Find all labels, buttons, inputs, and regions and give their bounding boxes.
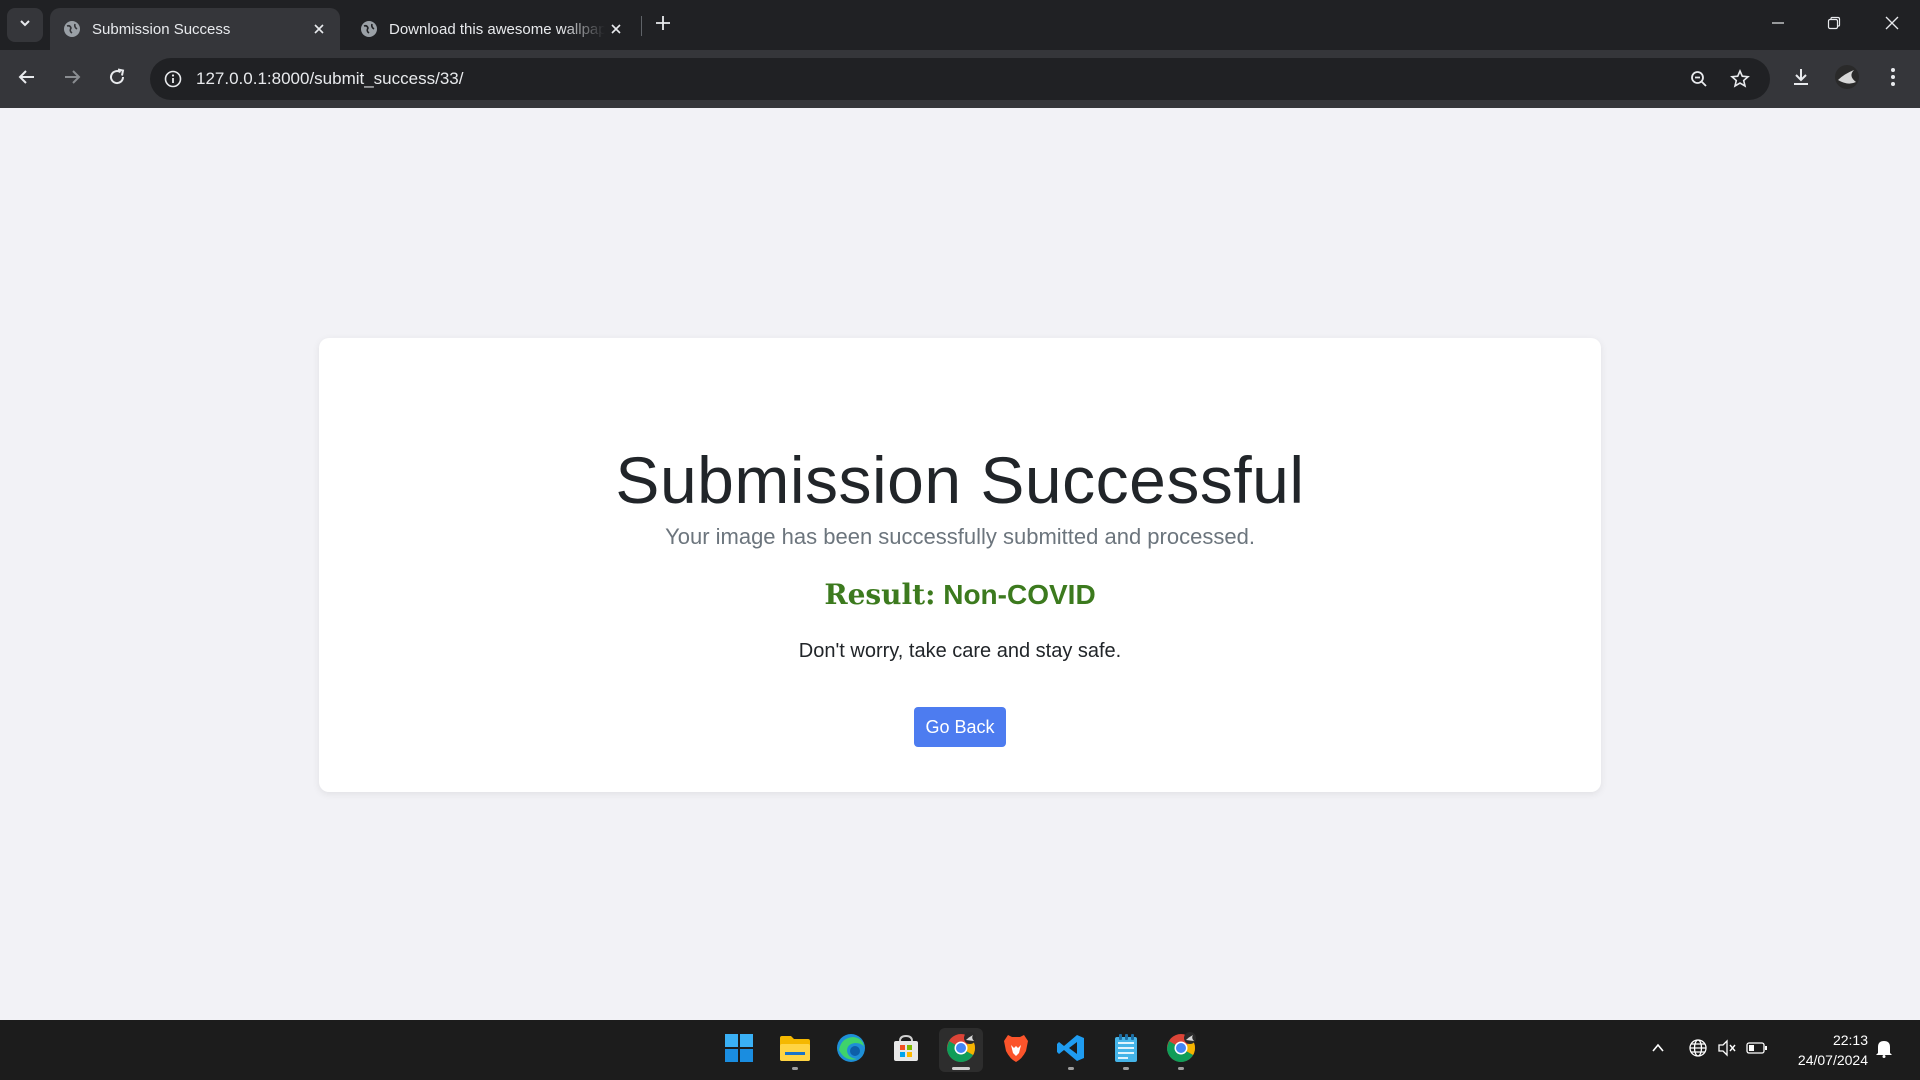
brave-lion-icon <box>1002 1033 1030 1068</box>
chrome-icon <box>1165 1031 1197 1069</box>
forward-button[interactable] <box>55 62 89 96</box>
zoom-icon[interactable] <box>1686 66 1712 92</box>
tab-title: Download this awesome wallpaper <box>389 20 605 38</box>
download-icon <box>1790 66 1812 93</box>
advice-message: Don't worry, take care and stay safe. <box>798 640 1122 662</box>
globe-icon <box>62 19 82 39</box>
page-title: Submission Successful <box>615 443 1305 517</box>
chevron-down-icon <box>18 16 32 35</box>
site-info-icon[interactable] <box>160 66 186 92</box>
taskbar-vscode[interactable] <box>1049 1028 1093 1072</box>
taskbar-microsoft-store[interactable] <box>884 1028 928 1072</box>
minimize-icon <box>1771 16 1785 35</box>
start-button[interactable] <box>717 1028 761 1072</box>
address-bar[interactable]: 127.0.0.1:8000/submit_success/33/ <box>150 58 1770 100</box>
notepad-icon <box>1113 1033 1139 1068</box>
reload-icon <box>107 67 127 92</box>
close-icon <box>1885 16 1899 35</box>
reload-button[interactable] <box>100 62 134 96</box>
show-hidden-icons-button[interactable] <box>1646 1038 1670 1062</box>
minimize-button[interactable] <box>1750 0 1806 50</box>
taskbar-chrome[interactable] <box>939 1028 983 1072</box>
result-label: Result: <box>824 578 936 611</box>
new-tab-button[interactable] <box>650 12 676 38</box>
notifications-button[interactable] <box>1872 1038 1896 1062</box>
restore-button[interactable] <box>1806 0 1862 50</box>
close-tab-icon[interactable] <box>605 18 627 40</box>
globe-icon <box>359 19 379 39</box>
go-back-button[interactable]: Go Back <box>914 707 1006 747</box>
tab-title: Submission Success <box>92 20 231 38</box>
tab-download-wallpaper[interactable]: Download this awesome wallpaper <box>347 8 637 50</box>
arrow-right-icon <box>62 67 82 92</box>
battery-icon <box>1746 1041 1768 1060</box>
edge-icon <box>835 1032 867 1069</box>
app-running-indicator <box>792 1067 798 1070</box>
taskbar-brave[interactable] <box>994 1028 1038 1072</box>
downloads-button[interactable] <box>1784 62 1818 96</box>
clock[interactable]: 22:13 24/07/2024 <box>1778 1030 1868 1070</box>
result-value: Non-COVID <box>943 579 1096 610</box>
volume-button[interactable] <box>1715 1038 1739 1062</box>
more-vertical-icon <box>1890 67 1896 92</box>
success-card: Submission Successful Your image has bee… <box>319 338 1601 792</box>
tab-separator <box>641 16 642 36</box>
battery-button[interactable] <box>1745 1038 1769 1062</box>
taskbar-chrome-profile[interactable] <box>1159 1028 1203 1072</box>
arrow-left-icon <box>17 67 37 92</box>
tab-submission-success[interactable]: Submission Success <box>50 8 340 50</box>
taskbar: 22:13 24/07/2024 <box>0 1020 1920 1080</box>
chrome-icon <box>945 1031 977 1069</box>
chevron-up-icon <box>1651 1041 1665 1060</box>
store-icon <box>891 1033 921 1068</box>
speaker-muted-icon <box>1717 1038 1737 1063</box>
menu-button[interactable] <box>1876 62 1910 96</box>
taskbar-edge[interactable] <box>829 1028 873 1072</box>
tab-search-button[interactable] <box>7 8 43 42</box>
clock-time: 22:13 <box>1832 1032 1868 1048</box>
url-text[interactable]: 127.0.0.1:8000/submit_success/33/ <box>196 69 463 89</box>
vscode-icon <box>1056 1033 1086 1068</box>
close-window-button[interactable] <box>1864 0 1920 50</box>
bell-icon <box>1875 1038 1893 1063</box>
profile-avatar-icon <box>1834 64 1860 95</box>
back-button[interactable] <box>10 62 44 96</box>
browser-toolbar: 127.0.0.1:8000/submit_success/33/ <box>0 50 1920 108</box>
taskbar-file-explorer[interactable] <box>773 1028 817 1072</box>
bookmark-star-icon[interactable] <box>1727 66 1753 92</box>
plus-icon <box>655 15 671 36</box>
taskbar-notepad[interactable] <box>1104 1028 1148 1072</box>
app-running-indicator <box>1068 1067 1074 1070</box>
profile-button[interactable] <box>1830 62 1864 96</box>
folder-icon <box>779 1034 811 1067</box>
network-button[interactable] <box>1686 1038 1710 1062</box>
windows-logo-icon <box>724 1033 754 1068</box>
close-tab-icon[interactable] <box>308 18 330 40</box>
restore-icon <box>1827 16 1841 35</box>
submission-message: Your image has been successfully submitt… <box>665 524 1255 549</box>
app-running-indicator <box>1178 1067 1184 1070</box>
app-active-indicator <box>952 1067 970 1070</box>
clock-date: 24/07/2024 <box>1797 1052 1868 1068</box>
app-running-indicator <box>1123 1067 1129 1070</box>
globe-network-icon <box>1688 1038 1708 1063</box>
result-line: Result: Non-COVID <box>319 578 1601 611</box>
tab-strip: Submission Success Download this awesome… <box>0 0 1920 50</box>
